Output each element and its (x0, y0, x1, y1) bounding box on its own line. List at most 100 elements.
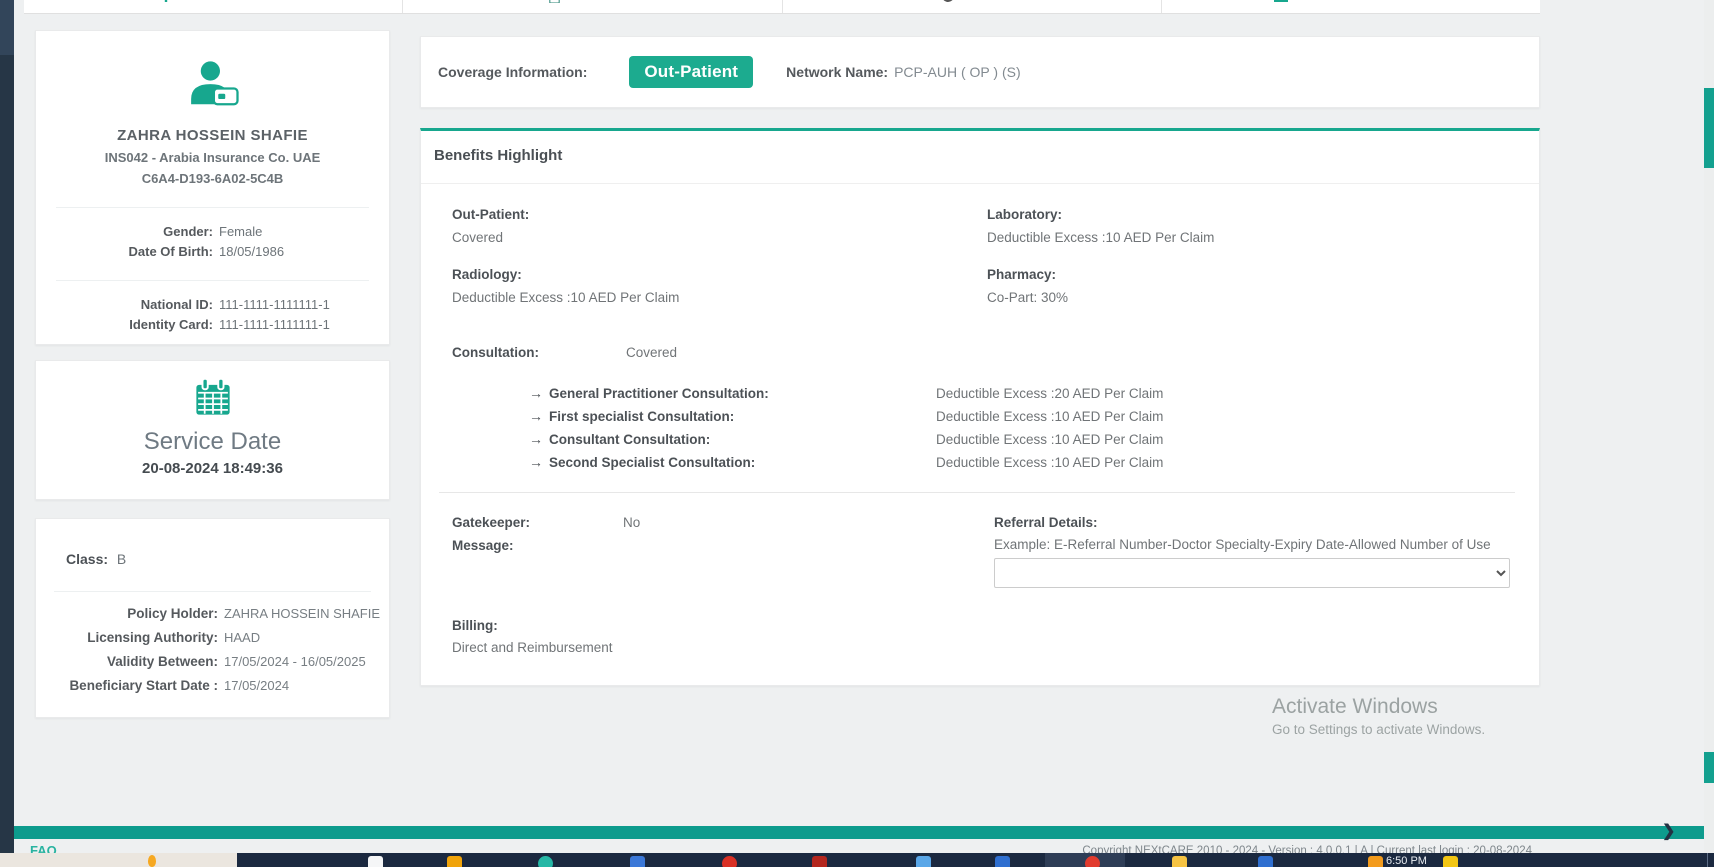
network-name-label: Network Name: (786, 64, 889, 80)
message-label: Message: (452, 538, 514, 553)
radiology-label: Radiology: (452, 267, 522, 282)
benefits-highlight-title: Benefits Highlight (434, 147, 563, 164)
second-specialist-consultation-value: Deductible Excess :10 AED Per Claim (936, 455, 1164, 470)
scrollbar-thumb[interactable] (1704, 88, 1714, 168)
taskbar-app-icon[interactable] (1258, 856, 1273, 867)
create-claim-button[interactable]: Create Claim (24, 0, 404, 13)
arrow-right-icon: → (529, 408, 543, 424)
print-form-button[interactable]: Print Form (403, 0, 783, 13)
radiology-value: Deductible Excess :10 AED Per Claim (452, 290, 680, 305)
scrollbar-thumb[interactable] (1704, 752, 1714, 783)
policy-card: Class: B Policy Holder: ZAHRA HOSSEIN SH… (35, 518, 390, 718)
taskbar-app-icon[interactable] (722, 856, 737, 867)
gp-consultation-label: General Practitioner Consultation: (549, 386, 769, 401)
taskbar-app-icon[interactable] (630, 856, 645, 867)
reset-icon (941, 0, 955, 3)
coverage-card: Coverage Information: Out-Patient Networ… (420, 36, 1540, 108)
gp-consultation-value: Deductible Excess :20 AED Per Claim (936, 386, 1164, 401)
service-date-title: Service Date (143, 428, 282, 455)
network-name-value: PCP-AUH ( OP ) (S) (894, 64, 1021, 80)
licensing-authority-value: HAAD (224, 630, 261, 645)
taskbar-folder-icon[interactable] (1172, 856, 1187, 867)
reset-label: Reset (964, 0, 1002, 4)
policy-details: Policy Holder: ZAHRA HOSSEIN SHAFIE Lice… (36, 606, 389, 693)
taskbar-app-icon[interactable] (916, 856, 931, 867)
national-id-label: National ID: (140, 297, 213, 312)
print-form-label: Print Form (571, 0, 639, 4)
patient-avatar-icon (36, 58, 389, 117)
printer-icon (547, 0, 562, 3)
taskbar-search-box[interactable] (0, 853, 237, 867)
patient-card: ZAHRA HOSSEIN SHAFIE INS042 - Arabia Ins… (35, 30, 390, 345)
divider (56, 280, 369, 281)
taskbar-app-icon[interactable] (538, 856, 553, 867)
billing-label: Billing: (452, 618, 498, 633)
patient-card-id: C6A4-D193-6A02-5C4B (141, 171, 284, 186)
activate-windows-watermark: Activate Windows Go to Settings to activ… (1272, 695, 1485, 737)
patient-insurer: INS042 - Arabia Insurance Co. UAE (104, 150, 321, 165)
toolbar: Create Claim Print Form Reset Download T… (24, 0, 1540, 14)
licensing-authority-label: Licensing Authority: (87, 630, 218, 645)
gender-value: Female (219, 224, 263, 239)
taskbar-app-icon[interactable] (447, 856, 462, 867)
gender-label: Gender: (163, 224, 213, 239)
validity-between-value: 17/05/2024 - 16/05/2025 (224, 654, 366, 669)
laboratory-value: Deductible Excess :10 AED Per Claim (987, 230, 1215, 245)
divider (54, 591, 371, 592)
reset-button[interactable]: Reset (782, 0, 1162, 13)
out-patient-value: Covered (452, 230, 504, 245)
activate-windows-line2: Go to Settings to activate Windows. (1272, 722, 1486, 737)
class-value: B (116, 551, 127, 567)
service-date-card: Service Date 20-08-2024 18:49:36 (35, 360, 390, 500)
gatekeeper-value: No (623, 515, 641, 530)
flame-icon (148, 855, 156, 867)
service-date-value: 20-08-2024 18:49:36 (142, 460, 283, 477)
coverage-information-label: Coverage Information: (438, 64, 588, 80)
taskbar-app-icon[interactable] (1443, 856, 1458, 867)
benefits-highlight-card: Benefits Highlight Out-Patient: Covered … (420, 128, 1540, 686)
arrow-right-icon: → (529, 454, 543, 470)
policy-holder-value: ZAHRA HOSSEIN SHAFIE (224, 606, 381, 621)
patient-ids: National ID: 111-1111-1111111-1 Identity… (36, 297, 389, 332)
collapsed-sidebar[interactable] (0, 0, 14, 853)
beneficiary-start-date-value: 17/05/2024 (224, 678, 290, 693)
second-specialist-consultation-label: Second Specialist Consultation: (549, 455, 756, 470)
identity-card-label: Identity Card: (129, 317, 213, 332)
arrow-right-icon: → (529, 431, 543, 447)
taskbar-app-icon[interactable] (368, 856, 383, 867)
show-desktop-button[interactable] (1707, 853, 1708, 867)
referral-details-hint: Example: E-Referral Number-Doctor Specia… (994, 537, 1491, 552)
download-icon (1273, 0, 1288, 3)
download-tob-pdf-label: Download TOB PDF (1297, 0, 1428, 4)
patient-demographics: Gender: Female Date Of Birth: 18/05/1986 (36, 224, 389, 259)
chevron-right-icon[interactable]: ❯ (1662, 823, 1675, 841)
windows-taskbar: 6:50 PM (0, 853, 1714, 867)
first-specialist-consultation-value: Deductible Excess :10 AED Per Claim (936, 409, 1164, 424)
footer-accent-band: ❯ (0, 823, 1714, 841)
taskbar-app-icon[interactable] (812, 856, 827, 867)
consultant-consultation-value: Deductible Excess :10 AED Per Claim (936, 432, 1164, 447)
taskbar-app-icon[interactable] (1085, 856, 1100, 867)
scrollbar-track[interactable] (1704, 0, 1714, 853)
arrow-right-icon: → (529, 385, 543, 401)
sidebar-menu-toggle[interactable] (0, 0, 14, 55)
beneficiary-start-date-label: Beneficiary Start Date : (69, 678, 218, 693)
divider (439, 492, 1515, 493)
referral-details-label: Referral Details: (994, 515, 1098, 530)
patient-name: ZAHRA HOSSEIN SHAFIE (117, 127, 308, 144)
consultant-consultation-label: Consultant Consultation: (549, 432, 711, 447)
taskbar-app-icon[interactable] (1368, 856, 1383, 867)
coverage-type-badge: Out-Patient (629, 56, 754, 88)
plus-icon (159, 0, 173, 3)
pharmacy-label: Pharmacy: (987, 267, 1057, 282)
download-tob-pdf-button[interactable]: Download TOB PDF (1161, 0, 1540, 13)
insurance-portal-screen: Create Claim Print Form Reset Download T… (0, 0, 1714, 867)
taskbar-app-icon[interactable] (995, 856, 1010, 867)
divider (421, 183, 1539, 184)
referral-details-select[interactable] (994, 558, 1510, 588)
taskbar-clock[interactable]: 6:50 PM (1386, 855, 1427, 867)
consultation-value: Covered (626, 345, 678, 360)
first-specialist-consultation-label: First specialist Consultation: (549, 409, 735, 424)
laboratory-label: Laboratory: (987, 207, 1063, 222)
class-label: Class: (66, 551, 109, 567)
